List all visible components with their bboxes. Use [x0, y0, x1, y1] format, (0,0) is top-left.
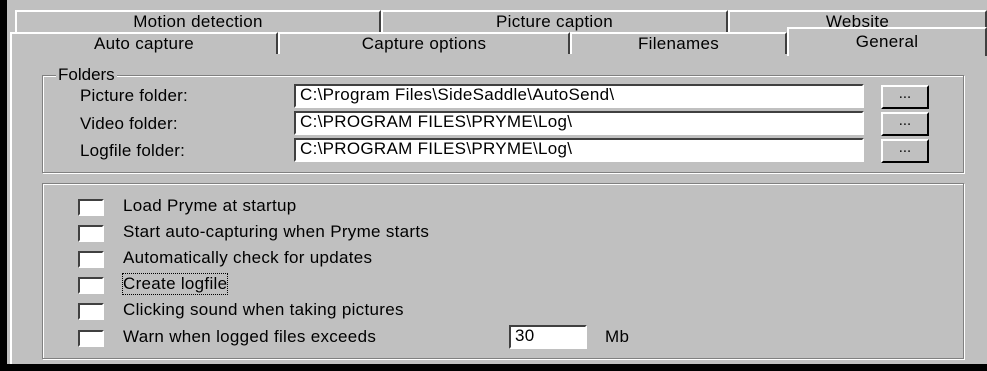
picture-folder-browse-button[interactable]: ... — [881, 85, 929, 109]
option-label: Clicking sound when taking pictures — [123, 300, 404, 319]
video-folder-browse-button[interactable]: ... — [881, 112, 929, 136]
tab-label: Auto capture — [94, 34, 194, 53]
tab-general[interactable]: General — [787, 27, 987, 56]
tab-auto-capture[interactable]: Auto capture — [10, 32, 278, 54]
tab-capture-options[interactable]: Capture options — [278, 32, 570, 54]
option-label: Load Pryme at startup — [123, 196, 297, 215]
log-limit-unit: Mb — [605, 327, 630, 346]
option-label: Start auto-capturing when Pryme starts — [123, 222, 430, 241]
tab-picture-caption[interactable]: Picture caption — [381, 10, 728, 32]
window-edge — [0, 0, 7, 371]
tab-label: Capture options — [361, 34, 487, 53]
checkbox[interactable] — [78, 303, 104, 320]
option-label: Warn when logged files exceeds — [123, 327, 377, 346]
checkbox[interactable] — [78, 199, 104, 216]
picture-folder-input[interactable]: C:\Program Files\SideSaddle\AutoSend\ — [294, 84, 864, 108]
picture-folder-label: Picture folder: — [80, 86, 188, 105]
checkbox[interactable] — [78, 251, 104, 268]
checkbox[interactable] — [78, 225, 104, 242]
tab-label: Picture caption — [496, 12, 613, 31]
video-folder-label: Video folder: — [80, 114, 178, 133]
checkbox[interactable] — [78, 330, 104, 347]
logfile-folder-input[interactable]: C:\PROGRAM FILES\PRYME\Log\ — [294, 138, 864, 162]
window-edge — [0, 364, 987, 371]
logfile-folder-browse-button[interactable]: ... — [881, 139, 929, 163]
settings-dialog: Motion detection Picture caption Website… — [0, 0, 987, 371]
option-label: Automatically check for updates — [123, 248, 373, 267]
logfile-folder-label: Logfile folder: — [80, 141, 186, 160]
tab-label: General — [855, 32, 919, 51]
tab-filenames[interactable]: Filenames — [570, 32, 787, 54]
log-limit-input[interactable]: 30 — [509, 325, 587, 349]
option-label: Create logfile — [121, 273, 229, 295]
tab-motion-detection[interactable]: Motion detection — [15, 10, 381, 32]
tab-label: Filenames — [637, 34, 720, 53]
folders-group-title: Folders — [56, 65, 117, 84]
video-folder-input[interactable]: C:\PROGRAM FILES\PRYME\Log\ — [294, 111, 864, 135]
tab-label: Motion detection — [133, 12, 263, 31]
checkbox[interactable] — [78, 277, 104, 294]
